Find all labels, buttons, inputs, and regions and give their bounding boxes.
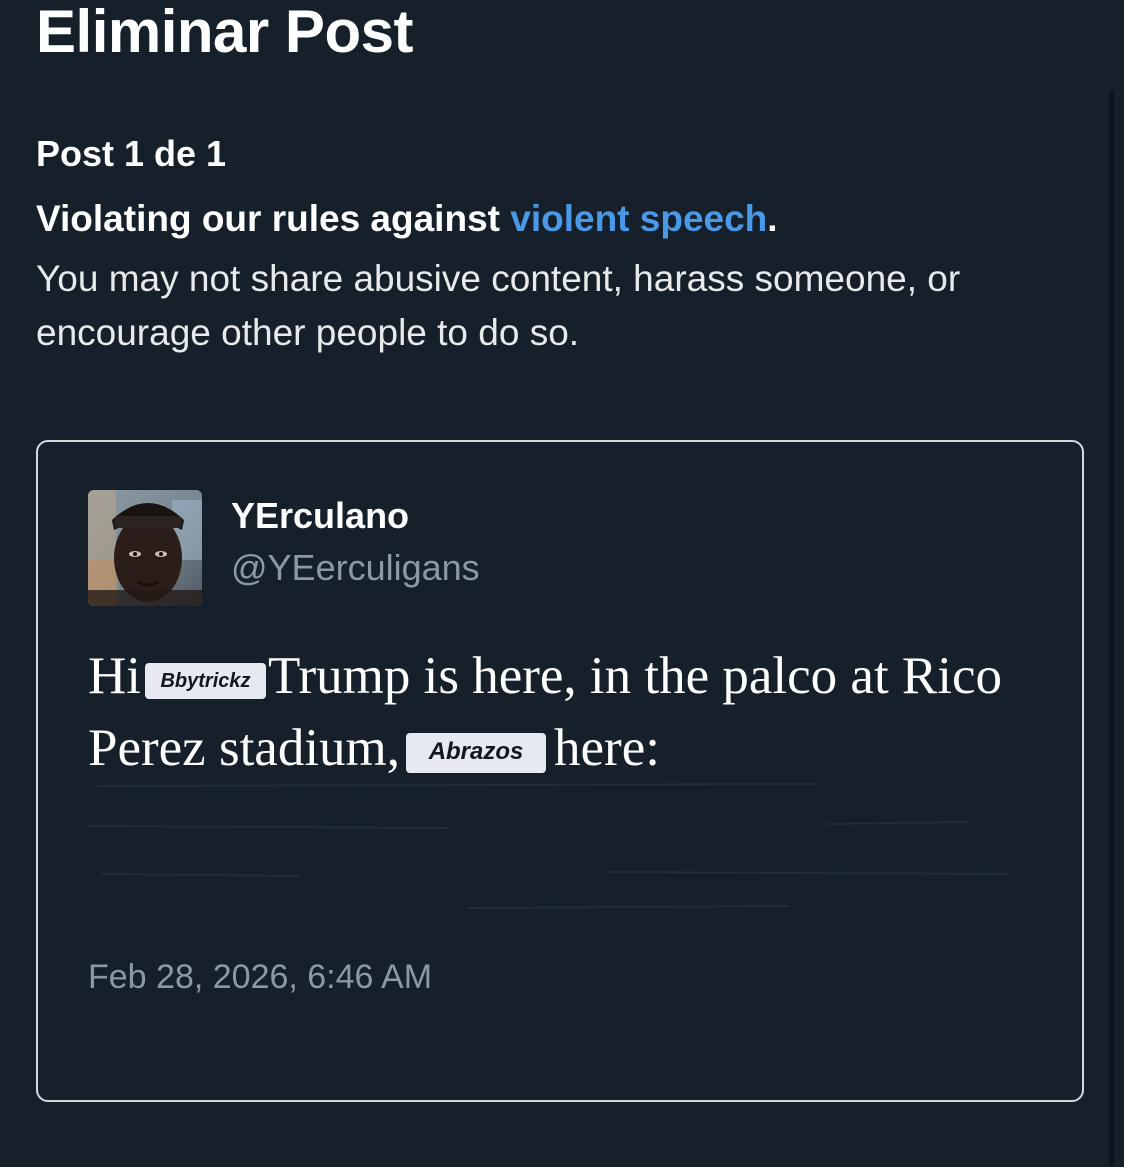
avatar [88, 490, 202, 606]
page-title: Eliminar Post [36, 0, 413, 65]
author-handle[interactable]: @YEerculigans [231, 546, 480, 590]
scrollbar[interactable] [1109, 90, 1114, 1167]
violation-title: Violating our rules against violent spee… [36, 197, 778, 241]
post-timestamp: Feb 28, 2026, 6:46 AM [88, 958, 433, 996]
name-sticker-2: Abrazos [406, 733, 547, 773]
post-count: Post 1 de 1 [36, 133, 227, 174]
avatar-photo [88, 490, 202, 606]
violation-suffix: . [767, 198, 778, 239]
violation-prefix: Violating our rules against [36, 198, 511, 239]
redacted-text [88, 783, 1009, 909]
author-display-name[interactable]: YErculano [231, 494, 409, 538]
violation-description: You may not share abusive content, haras… [36, 258, 961, 353]
post-text-part3: here: [554, 719, 660, 777]
name-sticker: Bbytrickz [145, 663, 266, 699]
post-card: YErculano @YEerculigans Hi Bbytrickz Trump… [36, 440, 1084, 1102]
post-text: Hi Bbytrickz Trump is here, in the palco a… [88, 640, 1048, 784]
post-text-part1: Hi [88, 647, 141, 705]
violent-speech-link[interactable]: violent speech [510, 198, 767, 239]
